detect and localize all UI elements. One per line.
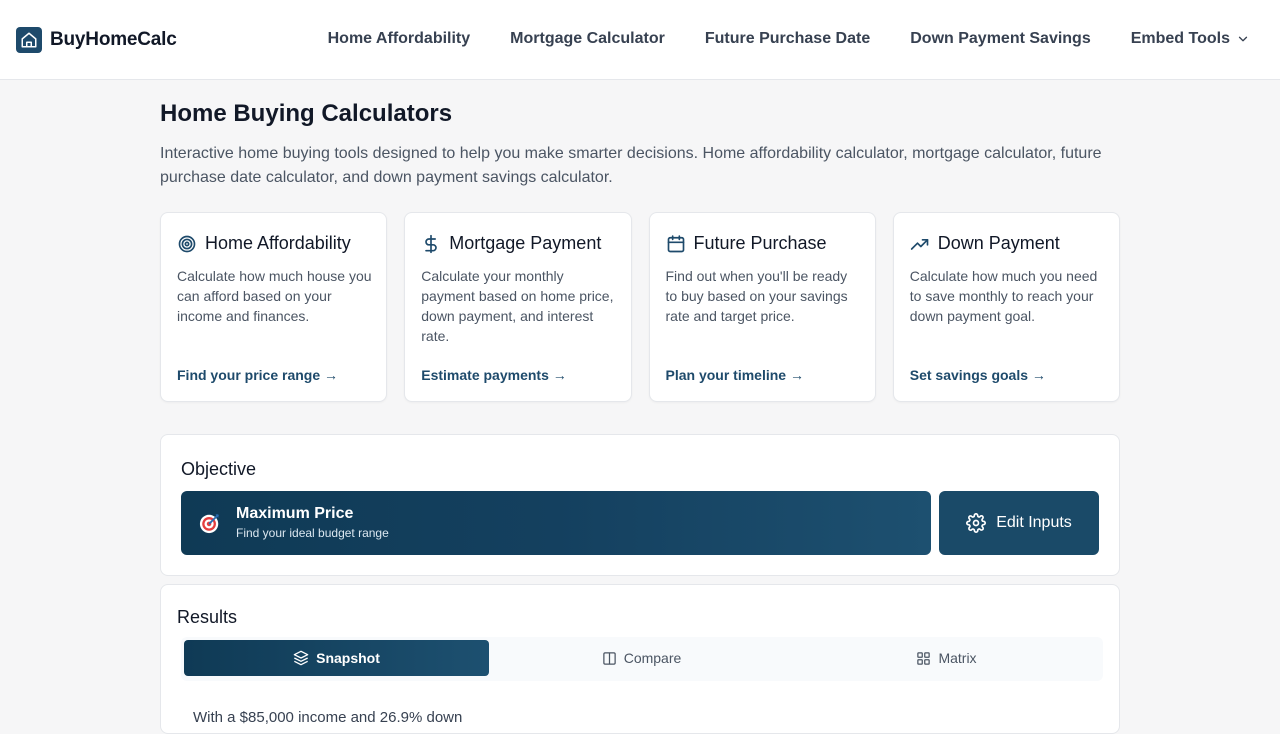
- chevron-down-icon: [1238, 36, 1248, 42]
- edit-inputs-button[interactable]: Edit Inputs: [939, 491, 1099, 555]
- results-title: Results: [177, 607, 238, 627]
- card-description: Calculate your monthly payment based on …: [421, 268, 614, 344]
- nav-label: Mortgage Calculator: [510, 30, 665, 47]
- layers-icon: [293, 650, 309, 666]
- dollar-icon: [421, 234, 441, 254]
- tab-label: Compare: [623, 650, 682, 666]
- page-title: Home Buying Calculators: [160, 100, 453, 127]
- house-icon: [16, 27, 42, 53]
- tab-compare[interactable]: Compare: [489, 640, 794, 676]
- nav-label: Home Affordability: [327, 30, 471, 47]
- card-home-affordability[interactable]: Home Affordability Calculate how much ho…: [160, 212, 388, 402]
- card-description: Calculate how much you need to save mont…: [909, 268, 1098, 324]
- objective-title: Objective: [181, 459, 257, 479]
- card-future-purchase[interactable]: Future Purchase Find out when you'll be …: [648, 212, 876, 402]
- results-panel: Results Snapshot Compare Matrix With a $…: [160, 584, 1120, 734]
- edit-inputs-label: Edit Inputs: [996, 514, 1072, 531]
- grid-icon: [917, 651, 931, 665]
- objective-selected-subtitle: Find your ideal budget range: [236, 526, 389, 540]
- tab-snapshot[interactable]: Snapshot: [184, 640, 489, 676]
- card-title: Home Affordability: [205, 233, 351, 253]
- calendar-icon: [666, 234, 686, 254]
- card-title: Future Purchase: [693, 233, 827, 253]
- card-description: Calculate how much house you can afford …: [177, 268, 372, 324]
- tab-label: Matrix: [938, 650, 977, 666]
- card-description: Find out when you'll be ready to buy bas…: [665, 268, 848, 324]
- nav-mortgage-calculator[interactable]: Mortgage Calculator: [510, 30, 665, 48]
- tab-matrix[interactable]: Matrix: [794, 640, 1099, 676]
- nav-down-payment-savings[interactable]: Down Payment Savings: [910, 30, 1091, 48]
- objective-selected-title: Maximum Price: [236, 505, 354, 522]
- top-navigation-bar: BuyHomeCalc Home Affordability Mortgage …: [0, 0, 1280, 80]
- card-title: Mortgage Payment: [449, 233, 602, 253]
- card-title: Down Payment: [937, 233, 1060, 253]
- card-down-payment[interactable]: Down Payment Calculate how much you need…: [892, 212, 1120, 402]
- brand-logo-link[interactable]: BuyHomeCalc: [16, 27, 177, 53]
- tab-label: Snapshot: [316, 650, 380, 666]
- target-icon: [177, 234, 197, 254]
- nav-label: Future Purchase Date: [704, 30, 871, 47]
- columns-icon: [602, 651, 616, 665]
- gear-icon: [966, 513, 987, 533]
- nav-embed-tools-dropdown[interactable]: Embed Tools: [1131, 30, 1250, 48]
- page-description: Interactive home buying tools designed t…: [160, 145, 1102, 186]
- card-mortgage-payment[interactable]: Mortgage Payment Calculate your monthly …: [404, 212, 632, 402]
- nav-label: Embed Tools: [1130, 30, 1230, 47]
- objective-selector[interactable]: Maximum Price Find your ideal budget ran…: [181, 491, 931, 555]
- find-price-range-link[interactable]: Find your price range →: [177, 367, 338, 383]
- results-summary: With a $85,000 income and 26.9% down: [193, 709, 463, 726]
- nav-label: Down Payment Savings: [910, 30, 1091, 47]
- nav-future-purchase-date[interactable]: Future Purchase Date: [705, 30, 870, 48]
- trending-up-icon: [910, 234, 930, 254]
- estimate-payments-link[interactable]: Estimate payments →: [421, 367, 567, 383]
- plan-timeline-link[interactable]: Plan your timeline →: [666, 367, 804, 383]
- calculator-cards: Home Affordability Calculate how much ho…: [160, 212, 1120, 402]
- set-savings-goals-link[interactable]: Set savings goals →: [910, 367, 1046, 383]
- dart-target-icon: [199, 512, 221, 534]
- main-nav: Home Affordability Mortgage Calculator F…: [328, 30, 1250, 48]
- brand-name: BuyHomeCalc: [50, 29, 177, 50]
- results-tabs: Snapshot Compare Matrix: [181, 637, 1103, 681]
- objective-panel: Objective Maximum Price Find your ideal …: [160, 434, 1120, 576]
- nav-home-affordability[interactable]: Home Affordability: [328, 30, 471, 48]
